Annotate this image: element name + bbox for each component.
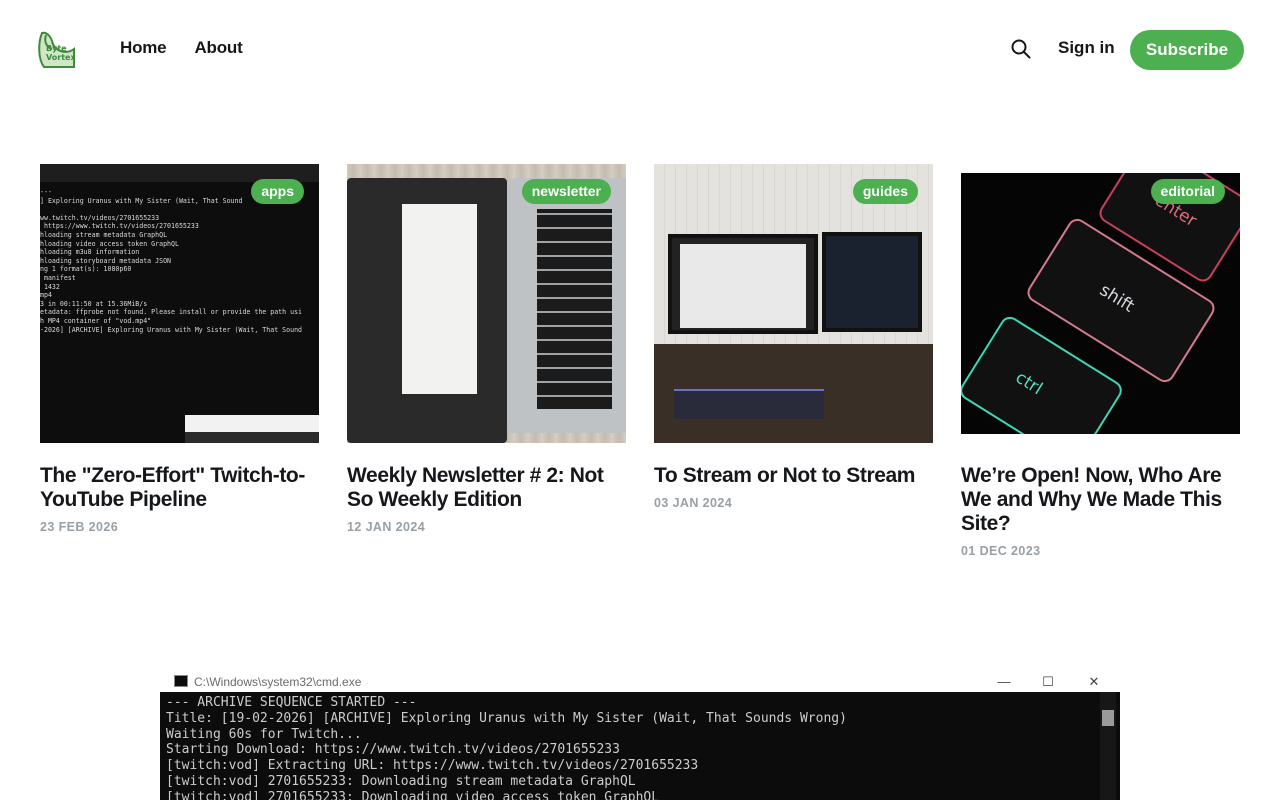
thumbnail-terminal-text: --- ] Exploring Uranus with My Sister (W… bbox=[40, 188, 303, 334]
post-title[interactable]: We’re Open! Now, Who Are We and Why We M… bbox=[961, 464, 1240, 536]
logo-text: Byte Vortex bbox=[46, 44, 76, 62]
cmd-titlebar: C:\Windows\system32\cmd.exe — ☐ ✕ bbox=[160, 672, 1120, 692]
cmd-scrollbar-thumb bbox=[1102, 710, 1114, 726]
subscribe-button[interactable]: Subscribe bbox=[1130, 30, 1244, 70]
cmd-output: --- ARCHIVE SEQUENCE STARTED --- Title: … bbox=[166, 695, 847, 800]
post-tag[interactable]: editorial bbox=[1150, 179, 1225, 204]
post-tag[interactable]: guides bbox=[852, 179, 918, 204]
post-thumbnail[interactable]: enter shift ctrl editorial bbox=[961, 164, 1240, 443]
post-title[interactable]: The "Zero-Effort" Twitch-to-YouTube Pipe… bbox=[40, 464, 319, 512]
minimize-icon: — bbox=[997, 674, 1011, 689]
post-thumbnail[interactable]: guides bbox=[654, 164, 933, 443]
nav-about[interactable]: About bbox=[194, 38, 242, 58]
post-thumbnail[interactable]: newsletter bbox=[347, 164, 626, 443]
post-thumbnail[interactable]: --- ] Exploring Uranus with My Sister (W… bbox=[40, 164, 319, 443]
thumbnail-key-label: ctrl bbox=[1011, 367, 1046, 400]
thumbnail-paper bbox=[402, 204, 477, 394]
post-title[interactable]: Weekly Newsletter # 2: Not So Weekly Edi… bbox=[347, 464, 626, 512]
cmd-window-icon bbox=[174, 675, 188, 687]
thumbnail-laptop-keys bbox=[537, 209, 612, 409]
thumbnail-monitor-screen bbox=[680, 244, 806, 328]
search-button[interactable] bbox=[1010, 38, 1032, 60]
post-date: 12 JAN 2024 bbox=[347, 520, 426, 534]
cmd-scrollbar bbox=[1100, 692, 1116, 800]
post-card[interactable]: --- ] Exploring Uranus with My Sister (W… bbox=[40, 164, 319, 534]
logo-text-line2: Vortex bbox=[46, 53, 76, 62]
sign-in-link[interactable]: Sign in bbox=[1058, 38, 1115, 58]
post-tag[interactable]: newsletter bbox=[521, 179, 611, 204]
thumbnail-monitor-left bbox=[668, 234, 818, 334]
logo-text-line1: Byte bbox=[46, 44, 67, 53]
thumbnail-explorer-ribbon bbox=[185, 432, 319, 443]
post-title[interactable]: To Stream or Not to Stream bbox=[654, 464, 933, 488]
post-card[interactable]: enter shift ctrl editorial We’re Open! N… bbox=[961, 164, 1240, 558]
thumbnail-key-label: shift bbox=[1095, 280, 1138, 317]
thumbnail-keyboard bbox=[674, 389, 824, 419]
close-icon: ✕ bbox=[1088, 674, 1100, 689]
main-nav: Home About bbox=[120, 38, 243, 58]
site-header: Byte Vortex Home About Sign in Subscribe bbox=[0, 0, 1280, 100]
featured-cmd-screenshot: C:\Windows\system32\cmd.exe — ☐ ✕ --- AR… bbox=[160, 672, 1120, 800]
search-icon bbox=[1011, 39, 1031, 59]
thumbnail-monitor-right bbox=[822, 232, 922, 332]
post-tag[interactable]: apps bbox=[251, 179, 304, 204]
post-card[interactable]: guides To Stream or Not to Stream 03 JAN… bbox=[654, 164, 933, 510]
post-date: 03 JAN 2024 bbox=[654, 496, 733, 510]
post-date: 23 FEB 2026 bbox=[40, 520, 119, 534]
thumbnail-explorer-strip bbox=[185, 415, 319, 443]
cmd-window-title: C:\Windows\system32\cmd.exe bbox=[194, 675, 362, 689]
thumbnail-keyboard-closeup: enter shift ctrl bbox=[961, 173, 1240, 434]
post-card[interactable]: newsletter Weekly Newsletter # 2: Not So… bbox=[347, 164, 626, 534]
site-logo[interactable]: Byte Vortex bbox=[36, 29, 78, 71]
maximize-icon: ☐ bbox=[1042, 674, 1054, 689]
nav-home[interactable]: Home bbox=[120, 38, 167, 58]
post-date: 01 DEC 2023 bbox=[961, 544, 1041, 558]
